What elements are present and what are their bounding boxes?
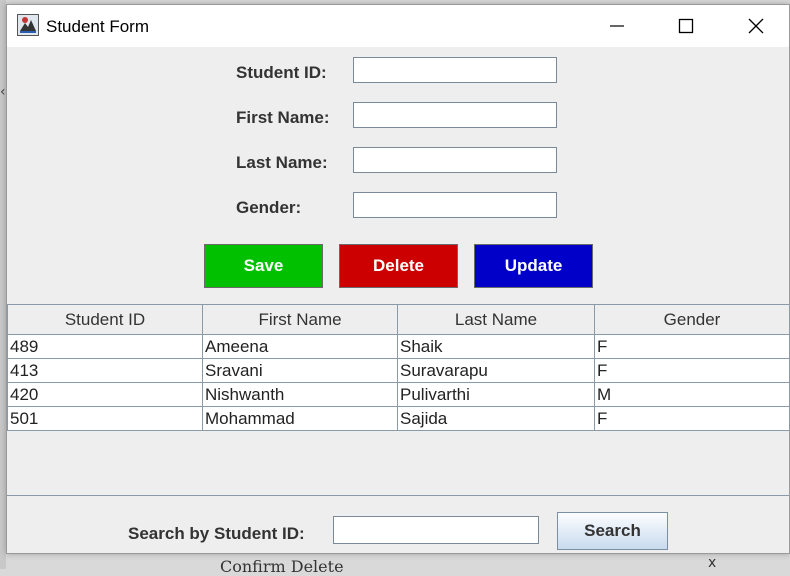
cell-gender[interactable]: F bbox=[594, 358, 790, 383]
cell-last-name[interactable]: Sajida bbox=[397, 406, 595, 431]
search-label: Search by Student ID: bbox=[128, 524, 305, 543]
save-button[interactable]: Save bbox=[204, 244, 323, 288]
table-row[interactable]: 413 Sravani Suravarapu F bbox=[7, 358, 790, 383]
minimize-icon bbox=[610, 25, 624, 27]
cell-student-id[interactable]: 501 bbox=[7, 406, 203, 431]
search-input[interactable] bbox=[333, 516, 539, 544]
cell-first-name[interactable]: Sravani bbox=[202, 358, 398, 383]
java-app-icon bbox=[17, 14, 39, 36]
cell-last-name[interactable]: Shaik bbox=[397, 334, 595, 359]
cell-first-name[interactable]: Ameena bbox=[202, 334, 398, 359]
student-table[interactable]: Student ID First Name Last Name Gender 4… bbox=[7, 305, 790, 431]
cell-first-name[interactable]: Nishwanth bbox=[202, 382, 398, 407]
column-header-first-name[interactable]: First Name bbox=[202, 305, 398, 335]
column-header-last-name[interactable]: Last Name bbox=[397, 305, 595, 335]
update-button[interactable]: Update bbox=[474, 244, 593, 288]
search-button[interactable]: Search bbox=[557, 512, 668, 550]
gender-field[interactable] bbox=[353, 192, 557, 218]
last-name-field[interactable] bbox=[353, 147, 557, 173]
delete-button[interactable]: Delete bbox=[339, 244, 458, 288]
student-table-scrollpane[interactable]: Student ID First Name Last Name Gender 4… bbox=[7, 304, 790, 496]
close-icon bbox=[748, 18, 764, 34]
minimize-button[interactable] bbox=[588, 5, 646, 47]
title-bar[interactable]: Student Form bbox=[7, 5, 789, 47]
column-header-student-id[interactable]: Student ID bbox=[7, 305, 203, 335]
cell-gender[interactable]: F bbox=[594, 406, 790, 431]
student-id-label: Student ID: bbox=[236, 63, 327, 82]
table-row[interactable]: 501 Mohammad Sajida F bbox=[7, 406, 790, 431]
cell-first-name[interactable]: Mohammad bbox=[202, 406, 398, 431]
last-name-label: Last Name: bbox=[236, 153, 328, 172]
window-title: Student Form bbox=[46, 17, 149, 36]
cell-gender[interactable]: M bbox=[594, 382, 790, 407]
cell-student-id[interactable]: 420 bbox=[7, 382, 203, 407]
cell-gender[interactable]: F bbox=[594, 334, 790, 359]
cell-last-name[interactable]: Suravarapu bbox=[397, 358, 595, 383]
background-caret: ‹ bbox=[0, 84, 6, 100]
cell-student-id[interactable]: 489 bbox=[7, 334, 203, 359]
first-name-label: First Name: bbox=[236, 108, 330, 127]
student-id-field[interactable] bbox=[353, 57, 557, 83]
table-row[interactable]: 420 Nishwanth Pulivarthi M bbox=[7, 382, 790, 407]
close-button[interactable] bbox=[727, 5, 785, 47]
background-dialog-title: Confirm Delete bbox=[220, 557, 344, 576]
column-header-gender[interactable]: Gender bbox=[594, 305, 790, 335]
maximize-button[interactable] bbox=[657, 5, 715, 47]
student-form-window: Student Form Student ID: First Name: Las… bbox=[6, 4, 790, 554]
maximize-icon bbox=[678, 18, 694, 34]
first-name-field[interactable] bbox=[353, 102, 557, 128]
cell-last-name[interactable]: Pulivarthi bbox=[397, 382, 595, 407]
cell-student-id[interactable]: 413 bbox=[7, 358, 203, 383]
table-header-row: Student ID First Name Last Name Gender bbox=[7, 305, 790, 335]
table-row[interactable]: 489 Ameena Shaik F bbox=[7, 334, 790, 359]
gender-label: Gender: bbox=[236, 198, 302, 217]
